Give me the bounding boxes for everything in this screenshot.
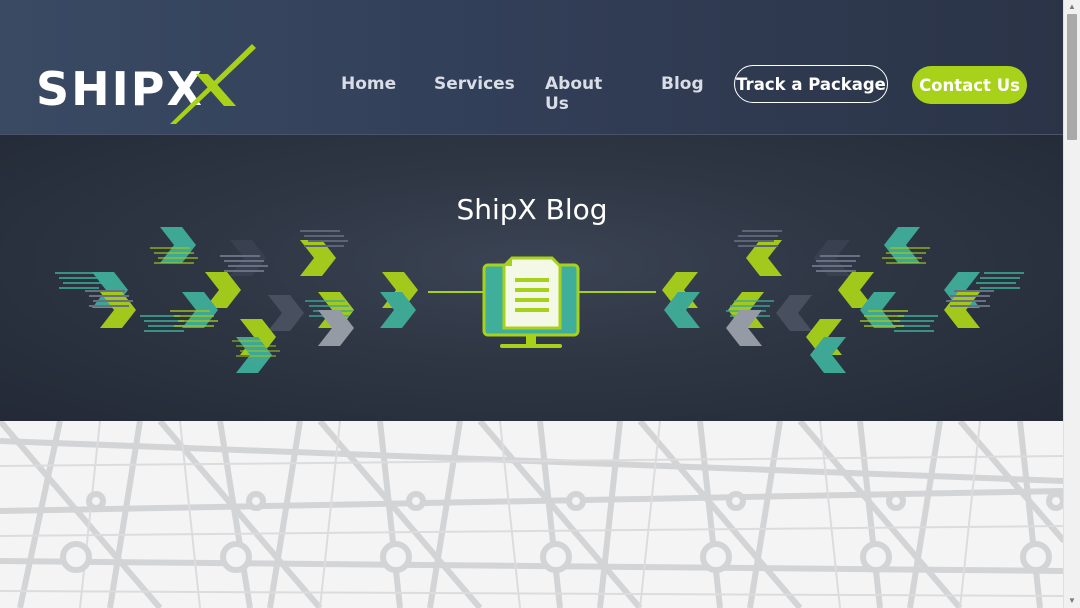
scroll-up-arrow-icon[interactable]: ▲	[1064, 0, 1080, 14]
nav-home[interactable]: Home	[341, 74, 396, 94]
track-package-button[interactable]: Track a Package	[734, 65, 888, 103]
hero-chevron-illustration	[55, 227, 1024, 373]
scrollbar-thumb[interactable]	[1067, 14, 1077, 140]
map-pattern-background	[0, 421, 1064, 608]
document-monitor-icon	[482, 256, 580, 348]
page: SHIPX Home Services About Us Blog Track …	[0, 0, 1080, 608]
nav-about-us[interactable]: About Us	[545, 74, 602, 114]
nav-services[interactable]: Services	[434, 74, 515, 94]
site-header: SHIPX Home Services About Us Blog Track …	[0, 0, 1064, 135]
nav-blog[interactable]: Blog	[661, 74, 704, 94]
scroll-down-arrow-icon[interactable]: ▼	[1064, 594, 1080, 608]
contact-us-button[interactable]: Contact Us	[912, 66, 1027, 104]
page-scrollbar[interactable]: ▲ ▼	[1063, 0, 1080, 608]
blog-hero: ShipX Blog	[0, 135, 1064, 421]
logo-slash-icon	[170, 44, 256, 124]
page-title: ShipX Blog	[456, 193, 608, 226]
shipx-logo[interactable]: SHIPX	[36, 44, 256, 126]
street-map-pattern	[0, 421, 1064, 608]
